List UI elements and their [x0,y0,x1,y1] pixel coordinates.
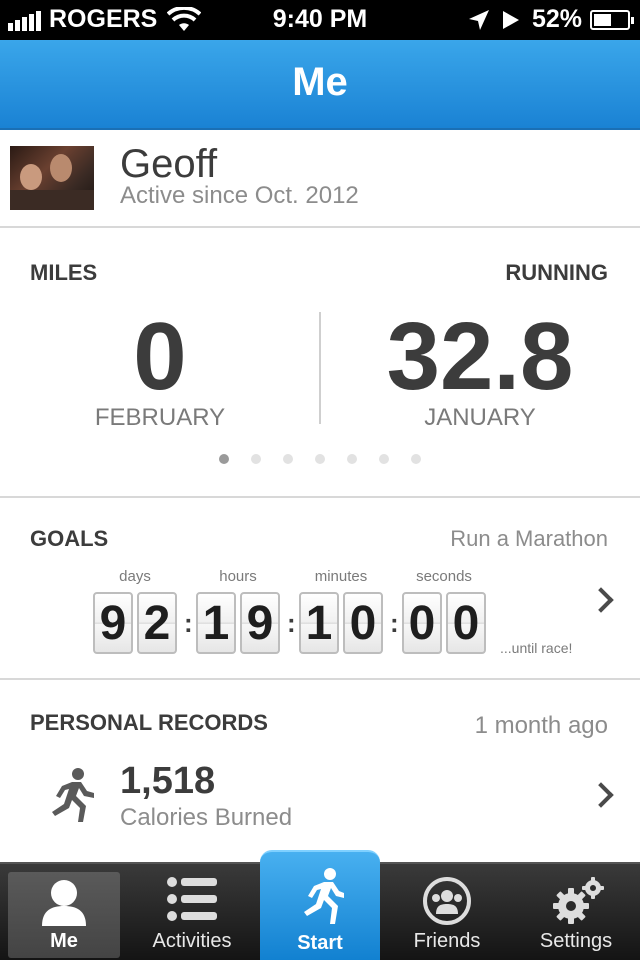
record-value: 1,518 [120,760,216,802]
tab-friends[interactable]: Friends [383,864,511,960]
until-race-label: ...until race! [500,640,573,656]
page-dot[interactable] [347,454,357,464]
page-dot[interactable] [379,454,389,464]
gears-icon [553,877,604,924]
countdown-colon: : [184,608,193,638]
countdown-digit: 0 [343,592,383,654]
status-bar: ROGERS 9:40 PM 52% [0,0,640,40]
unit-seconds: seconds [416,568,472,585]
stats-left-month: FEBRUARY [94,404,226,431]
unit-minutes: minutes [314,568,368,585]
countdown-digit: 9 [240,592,280,654]
records-ago: 1 month ago [474,712,608,739]
stats-panel[interactable]: MILES RUNNING 0 32.8 FEBRUARY JANUARY [0,230,640,498]
profile-name: Geoff [120,142,218,186]
goals-label: GOALS [30,526,109,551]
countdown-digit: 2 [137,592,177,654]
chevron-right-icon[interactable] [588,587,614,613]
tab-activities[interactable]: Activities [128,864,256,960]
chevron-right-icon[interactable] [588,782,614,808]
page-indicator[interactable] [0,454,640,464]
tab-me[interactable]: Me [8,872,120,958]
page-dot[interactable] [283,454,293,464]
nav-bar: Me [0,40,640,130]
personal-records-section[interactable]: PERSONAL RECORDS 1 month ago 1,518 Calor… [0,680,640,860]
battery-percent: 52% [531,5,582,33]
play-icon [502,10,519,29]
record-value-label: Calories Burned [120,804,293,831]
stats-left-label: MILES [30,260,98,285]
runner-icon [52,768,94,822]
unit-hours: hours [219,568,257,585]
countdown-digit: 0 [402,592,442,654]
countdown-digit: 1 [196,592,236,654]
goal-name: Run a Marathon [450,526,608,551]
list-icon [167,877,217,921]
tab-activities-label: Activities [152,930,232,952]
stats-right-month: JANUARY [424,404,536,431]
battery-fill [594,13,611,26]
tab-settings-label: Settings [539,930,613,952]
person-icon [42,880,86,926]
location-arrow-icon [468,9,489,30]
countdown-digit: 0 [446,592,486,654]
page-dot[interactable] [315,454,325,464]
page-dot[interactable] [411,454,421,464]
tab-friends-label: Friends [413,930,481,952]
profile-since: Active since Oct. 2012 [120,182,359,209]
countdown-colon: : [287,608,296,638]
stats-right-value: 32.8 [386,303,574,410]
tab-me-label: Me [50,930,78,952]
profile-header[interactable]: Geoff Active since Oct. 2012 [0,132,640,228]
page-dot[interactable] [251,454,261,464]
tab-start[interactable]: Start [260,850,380,960]
countdown-digit: 1 [299,592,339,654]
records-label: PERSONAL RECORDS [30,710,268,735]
stats-left-value: 0 [133,303,187,410]
countdown-colon: : [390,608,399,638]
tab-start-label: Start [297,932,343,954]
status-right: 52% [468,5,634,34]
avatar[interactable] [10,146,94,210]
tab-settings[interactable]: Settings [512,864,640,960]
page-title: Me [292,60,348,104]
unit-days: days [119,568,151,585]
goals-section[interactable]: GOALS Run a Marathon days hours minutes … [0,498,640,680]
tab-bar: Me Activities Start Friends Settings [0,850,640,960]
friends-icon [423,877,471,925]
page-dot[interactable] [219,454,229,464]
runner-icon [304,868,344,924]
countdown-digit: 9 [93,592,133,654]
battery-icon [590,9,634,30]
stats-right-label: RUNNING [505,260,608,285]
